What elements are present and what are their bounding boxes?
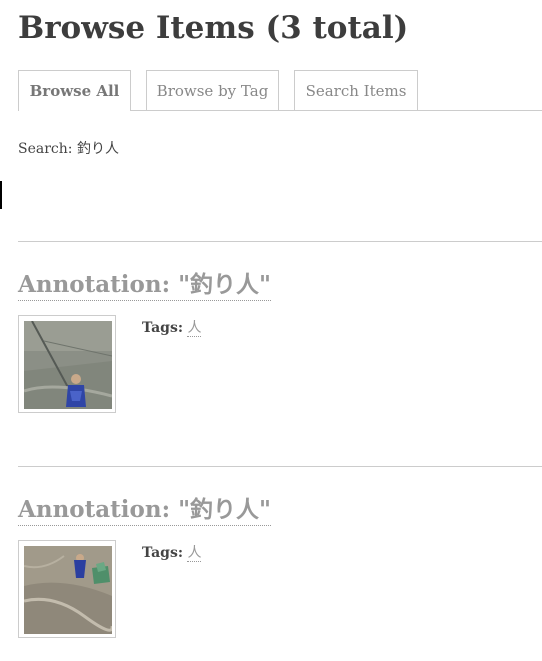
item-thumbnail[interactable]: [18, 540, 116, 638]
divider: [18, 241, 542, 242]
tab-browse-all[interactable]: Browse All: [18, 70, 131, 111]
item-title-link[interactable]: Annotation: "釣り人": [18, 495, 272, 526]
search-summary: Search: 釣り人: [18, 138, 119, 158]
divider: [18, 466, 542, 467]
browse-tabs: Browse All Browse by Tag Search Items: [18, 70, 542, 111]
text-cursor: [0, 181, 2, 209]
page-title: Browse Items (3 total): [18, 10, 409, 46]
thumbnail-image: [24, 321, 112, 409]
search-label: Search:: [18, 141, 73, 157]
tags-label: Tags:: [142, 545, 183, 561]
item-tags: Tags: 人: [142, 317, 202, 337]
tags-label: Tags:: [142, 320, 183, 336]
thumbnail-image: [24, 546, 112, 634]
tag-link[interactable]: 人: [187, 320, 202, 337]
search-query: 釣り人: [76, 141, 119, 157]
item-thumbnail[interactable]: [18, 315, 116, 413]
item-title-link[interactable]: Annotation: "釣り人": [18, 270, 272, 301]
item-tags: Tags: 人: [142, 542, 202, 562]
tab-browse-by-tag[interactable]: Browse by Tag: [146, 70, 279, 110]
tab-search-items[interactable]: Search Items: [294, 70, 418, 110]
tag-link[interactable]: 人: [187, 545, 202, 562]
